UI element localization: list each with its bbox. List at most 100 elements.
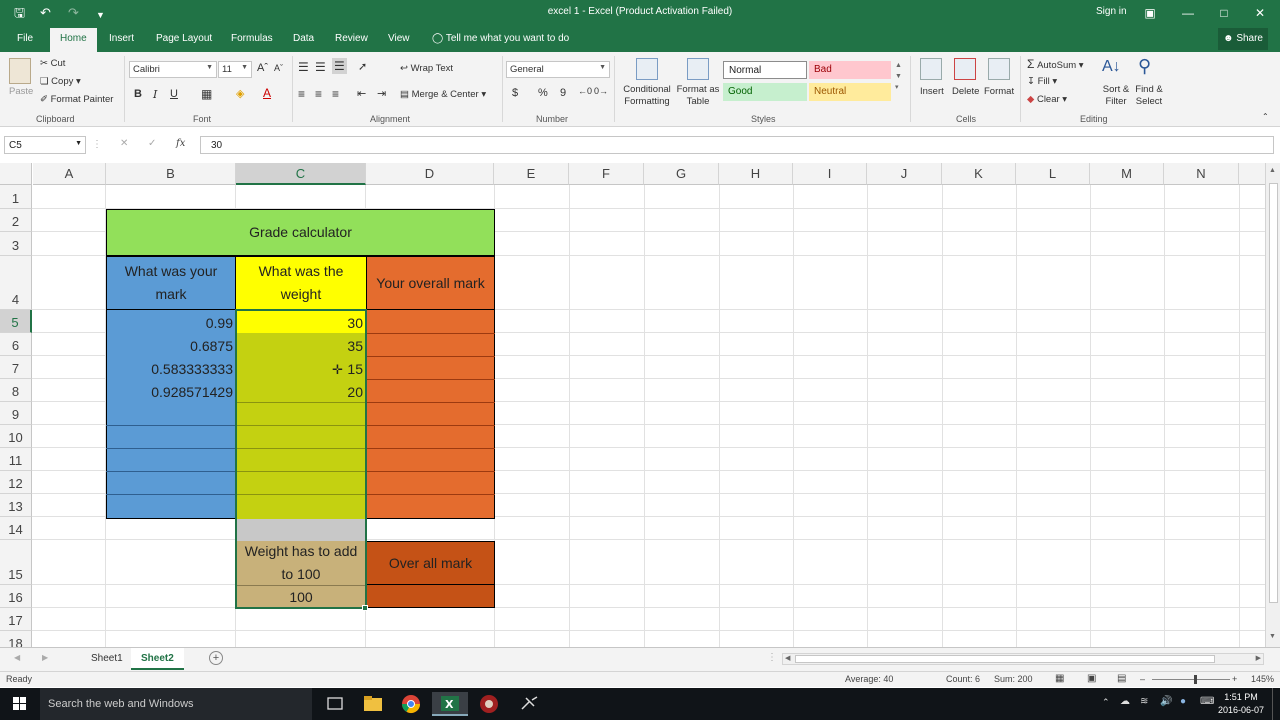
tools-app-icon[interactable] [512, 692, 548, 716]
paste-button[interactable]: Paste [9, 86, 33, 97]
scroll-thumb[interactable] [1269, 183, 1278, 603]
grow-font-icon[interactable]: Aˆ [257, 62, 268, 74]
scroll-left-icon[interactable]: ◀ [785, 654, 790, 662]
clear-button[interactable]: ◆ Clear ▾ [1027, 94, 1067, 105]
row-header[interactable]: 11 [0, 448, 32, 471]
weight-cell[interactable]: 20 [236, 379, 366, 402]
overall-mark-label[interactable]: Over all mark [366, 541, 495, 585]
column-header[interactable]: B [106, 163, 236, 185]
weight-cell[interactable]: 15 [236, 356, 366, 379]
align-bottom-icon[interactable]: ☰ [332, 58, 347, 74]
format-cells-icon[interactable] [988, 58, 1010, 80]
column-header[interactable]: N [1164, 163, 1239, 185]
status-average[interactable]: Average: 40 [845, 674, 893, 684]
insert-cells-button[interactable]: Insert [920, 86, 944, 97]
sign-in-link[interactable]: Sign in [1096, 6, 1127, 17]
fill-handle[interactable] [362, 605, 368, 611]
collapse-ribbon-icon[interactable]: ⌃ [1262, 112, 1269, 121]
mark-cell[interactable]: 0.99 [106, 310, 236, 333]
column-header[interactable]: I [793, 163, 867, 185]
delete-cells-button[interactable]: Delete [952, 86, 979, 97]
align-top-icon[interactable]: ☰ [298, 60, 309, 74]
spreadsheet-grid[interactable]: A B C D E F G H I J K L M N 1 2 3 4 5 6 … [0, 163, 1265, 647]
style-good[interactable]: Good [723, 83, 807, 101]
row-header[interactable]: 2 [0, 209, 32, 232]
horizontal-scrollbar[interactable]: ◀ ▶ [782, 653, 1264, 665]
italic-button[interactable]: I [153, 88, 157, 101]
column-header[interactable]: C [236, 163, 366, 185]
select-all-button[interactable] [0, 163, 32, 185]
tab-review[interactable]: Review [335, 33, 368, 44]
format-as-table-button[interactable]: Format as Table [676, 84, 720, 108]
add-sheet-icon[interactable]: + [209, 651, 223, 665]
ribbon-display-icon[interactable]: ▣ [1140, 4, 1160, 22]
maximize-icon[interactable]: □ [1214, 4, 1234, 22]
weight-cell[interactable]: 35 [236, 333, 366, 356]
task-view-icon[interactable] [318, 692, 354, 716]
system-clock[interactable]: 1:51 PM 2016-06-07 [1218, 691, 1264, 717]
tab-file[interactable]: File [17, 33, 33, 44]
volume-icon[interactable]: 🔊 [1160, 696, 1172, 707]
align-right-icon[interactable]: ≡ [332, 87, 339, 101]
underline-button[interactable]: U [170, 88, 178, 100]
fill-color-icon[interactable]: ◈ [236, 87, 244, 100]
name-box[interactable]: C5 ▼ [4, 136, 86, 154]
tab-home[interactable]: Home [50, 28, 97, 52]
row-header[interactable]: 17 [0, 608, 32, 631]
sort-filter-button[interactable]: Sort & Filter [1100, 84, 1132, 108]
start-button[interactable] [0, 688, 40, 720]
weight-total[interactable]: 100 [236, 585, 366, 608]
number-format-combo[interactable]: General ▼ [506, 61, 610, 78]
delete-cells-icon[interactable] [954, 58, 976, 80]
column-header[interactable]: D [366, 163, 494, 185]
row-header[interactable]: 7 [0, 356, 32, 379]
row-header[interactable]: 6 [0, 333, 32, 356]
minimize-icon[interactable]: — [1178, 4, 1198, 22]
prev-sheet-icon[interactable]: ◀ [14, 653, 20, 662]
network-icon[interactable]: ☁ [1120, 696, 1130, 707]
zoom-level[interactable]: 145% [1251, 674, 1274, 684]
mark-cell[interactable]: 0.583333333 [106, 356, 236, 379]
zoom-in-icon[interactable]: + [1232, 674, 1237, 684]
zoom-out-icon[interactable]: – [1140, 674, 1145, 684]
row-header[interactable]: 1 [0, 185, 32, 209]
row-header[interactable]: 12 [0, 471, 32, 494]
font-color-icon[interactable]: A [263, 86, 271, 100]
align-left-icon[interactable]: ≡ [298, 87, 305, 101]
paste-icon[interactable] [9, 58, 31, 84]
font-name-combo[interactable]: Calibri ▼ [129, 61, 217, 78]
column-header[interactable]: A [33, 163, 106, 185]
overall-column-fill[interactable] [366, 310, 495, 519]
chevron-up-icon[interactable]: ⌃ [1102, 697, 1110, 708]
status-count[interactable]: Count: 6 [946, 674, 980, 684]
increase-indent-icon[interactable]: ⇥ [377, 87, 386, 100]
header-mark[interactable]: What was your mark [106, 256, 236, 310]
row-header[interactable]: 16 [0, 585, 32, 608]
row-header[interactable]: 5 [0, 310, 32, 333]
increase-decimal-icon[interactable]: ←0 [578, 86, 592, 96]
font-size-combo[interactable]: 11 ▼ [218, 61, 252, 78]
header-overall[interactable]: Your overall mark [366, 256, 495, 310]
decrease-indent-icon[interactable]: ⇤ [357, 87, 366, 100]
taskbar-search[interactable]: Search the web and Windows [40, 688, 312, 720]
tab-data[interactable]: Data [293, 33, 314, 44]
overall-mark-value[interactable] [366, 585, 495, 608]
row-header[interactable]: 13 [0, 494, 32, 517]
styles-scroll-icon[interactable]: ▲ ▼ ▾ [895, 60, 902, 93]
shrink-font-icon[interactable]: Aˇ [274, 63, 283, 73]
decrease-decimal-icon[interactable]: 0→ [594, 86, 608, 96]
column-header[interactable]: G [644, 163, 719, 185]
insert-cells-icon[interactable] [920, 58, 942, 80]
show-desktop-button[interactable] [1272, 688, 1280, 720]
tab-page-layout[interactable]: Page Layout [156, 33, 212, 44]
wifi-icon[interactable]: ≋ [1140, 696, 1148, 707]
row-header[interactable]: 14 [0, 517, 32, 540]
tab-view[interactable]: View [388, 33, 410, 44]
close-icon[interactable]: ✕ [1250, 4, 1270, 22]
align-middle-icon[interactable]: ☰ [315, 60, 326, 74]
row-header[interactable]: 18 [0, 631, 32, 647]
share-button[interactable]: ☻ Share [1218, 28, 1268, 50]
insert-function-button[interactable]: fx [176, 138, 185, 149]
currency-button[interactable]: $ [512, 87, 518, 99]
conditional-formatting-button[interactable]: Conditional Formatting [620, 84, 674, 108]
